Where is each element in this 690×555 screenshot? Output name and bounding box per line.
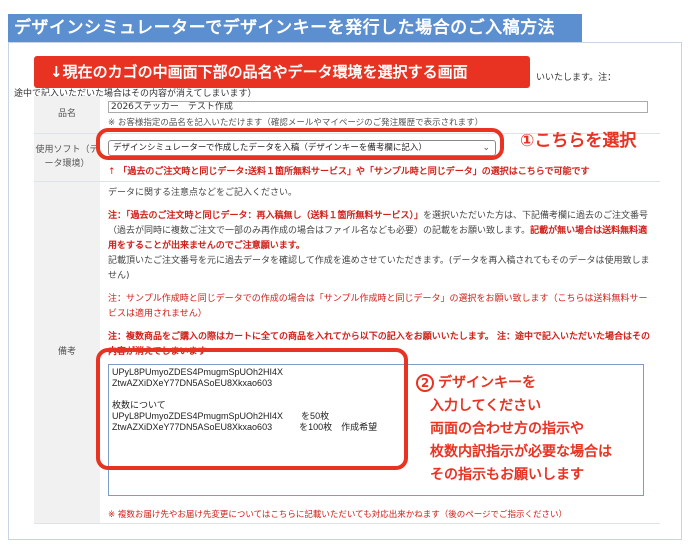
notes-footer: ※ 複数お届け先やお届け先変更についてはこちらに記載いただいても対応出来かねます… bbox=[108, 510, 568, 520]
callout-line-4: 枚数内訳指示が必要な場合は bbox=[430, 444, 612, 460]
software-help: ↑ 「過去のご注文時と同じデータ:送料１箇所無料サービス」や「サンプル時と同じデ… bbox=[108, 164, 589, 177]
notes-label: 備考 bbox=[34, 182, 100, 523]
callout-box-select bbox=[96, 128, 504, 160]
product-name-input[interactable]: 2026ステッカー テスト作成 bbox=[108, 101, 648, 113]
product-name-help: ※ お客様指定の品名を記入いただけます（確認メールやマイページのご発注履歴で表示… bbox=[108, 118, 484, 128]
callout-line-1: デザインキーを bbox=[438, 375, 536, 391]
step-number-icon: 2 bbox=[416, 374, 434, 392]
instruction-banner: ↓現在のカゴの中画面下部の品名やデータ環境を選択する画面 bbox=[34, 56, 530, 88]
notes-intro: データに関する注意点などをご記入ください。 bbox=[108, 188, 298, 198]
notice-tail-text: いいたします。注： bbox=[536, 73, 617, 83]
software-label: 使用ソフト（データ環境） bbox=[34, 134, 100, 181]
up-arrow-text: ↑ bbox=[108, 167, 119, 177]
notes-para-1-red: 注：「過去のご注文時と同じデータ：再入稿無し（送料１箇所無料サービス）」 bbox=[108, 211, 424, 221]
callout-box-design-key bbox=[96, 348, 408, 470]
notes-para-2: 注：サンプル作成時と同じデータでの作成の場合は「サンプル作成時と同じデータ」の選… bbox=[108, 294, 648, 319]
callout-line-2: 入力してください bbox=[430, 398, 542, 414]
notes-instructions: データに関する注意点などをご記入ください。 注：「過去のご注文時と同じデータ：再… bbox=[108, 186, 654, 368]
section-title: デザインシミュレーターでデザインキーを発行した場合のご入稿方法 bbox=[8, 14, 582, 42]
callout-label-select: ①こちらを選択 bbox=[520, 131, 637, 151]
callout-line-3: 両面の合わせ方の指示や bbox=[430, 421, 584, 437]
callout-label-design-key: 2 デザインキーを 入力してください 両面の合わせ方の指示や 枚数内訳指示が必要な… bbox=[416, 372, 636, 487]
product-name-label: 品名 bbox=[34, 96, 100, 133]
software-help-text: 「過去のご注文時と同じデータ:送料１箇所無料サービス」や「サンプル時と同じデータ… bbox=[118, 167, 590, 177]
notes-para-1: 注：「過去のご注文時と同じデータ：再入稿無し（送料１箇所無料サービス）」を選択い… bbox=[108, 209, 654, 284]
notes-para-1-tail: 記載頂いたご注文番号を元に過去データを確認して作成を進めさせていただきます。(デ… bbox=[108, 256, 650, 281]
callout-line-5: その指示もお願いします bbox=[430, 467, 584, 483]
